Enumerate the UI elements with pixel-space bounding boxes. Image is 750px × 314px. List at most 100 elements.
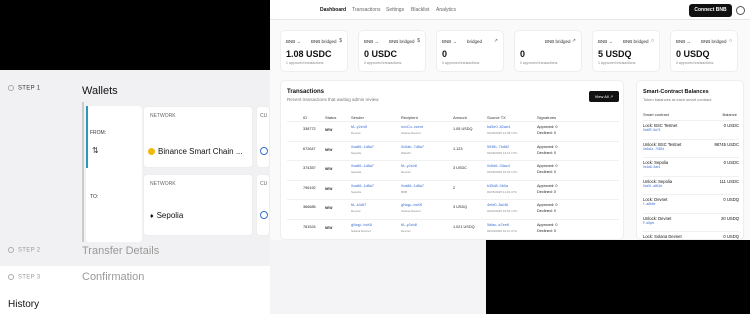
stat-label-2: BNB bridged (623, 39, 649, 44)
approved-count: Approved: 0 (537, 144, 558, 149)
sc-balance: 111 USDC (719, 178, 739, 184)
sc-row: Lock: Sepolia 0x4a8..5ae1 0 USDC (643, 160, 739, 169)
profile-icon[interactable] (736, 6, 745, 15)
source-tx-link[interactable]: b35d8..0b0a (487, 184, 508, 188)
sc-address[interactable]: 0xa0f...a8b2e (643, 184, 739, 188)
table-header: ID (303, 115, 307, 120)
sender-link[interactable]: fA..y2zh8 (351, 125, 367, 129)
row-divider (287, 179, 619, 181)
nav-settings[interactable]: Settings (386, 7, 404, 13)
sc-balance: 0 USDQ (723, 234, 739, 239)
row-divider (287, 140, 619, 142)
sc-balance: 20 USDQ (721, 215, 739, 221)
recipient-link[interactable]: ncxCu..ccent (401, 125, 423, 129)
stat-subtext: 0 approved transactions (442, 61, 480, 65)
sc-address[interactable]: f...a8b6e (643, 202, 739, 206)
sender-link[interactable]: 0xa86..1d8a7 (351, 184, 374, 188)
recipient-network: Solana Devnet (401, 209, 421, 213)
sender-link[interactable]: 0xa86..1d8a7 (351, 164, 374, 168)
sender-link[interactable]: gNrqp..bcK6 (351, 223, 372, 227)
sc-address[interactable]: 0x4a8..5ae1 (643, 165, 739, 169)
nav-blacklist[interactable]: Blacklist (411, 7, 429, 13)
recipient-link[interactable]: 0x0ab..7d8a7 (401, 145, 424, 149)
smart-contract-subtitle: Token balances at each smart contract (643, 97, 712, 102)
usdc-icon[interactable] (260, 211, 268, 219)
sc-address[interactable]: 0x6a1e..7082d (643, 147, 739, 151)
stat-card: BNB → BNB bridged ○ 0 USDQ 0 approved transa… (670, 30, 738, 72)
sc-divider (643, 138, 739, 140)
sender-network: Sepolia (351, 170, 362, 174)
history-heading: History (8, 299, 40, 310)
usdc-icon[interactable] (260, 147, 268, 155)
smart-contract-title: Smart-Contract Balances (643, 89, 709, 95)
source-tx-link[interactable]: 0x6d6..33ac4 (487, 164, 510, 168)
sender-network: Sepolia (351, 150, 362, 155)
stat-label: BNB → (364, 39, 380, 44)
tx-id: 672647 (303, 146, 316, 151)
stat-icon: $ (417, 38, 420, 44)
sc-divider (643, 175, 739, 177)
source-tx-link[interactable]: 5dfac..a7ee6 (487, 223, 509, 227)
steps-panel: STEP 1 Wallets FROM: ⇅ TO: NETWORK Binan… (0, 70, 270, 266)
source-tx-link[interactable]: bd5e0..82ae4 (487, 125, 510, 129)
stat-icon: $ (339, 38, 342, 44)
to-network-select[interactable]: ♦ Sepolia (150, 211, 183, 220)
swap-icon[interactable]: ⇅ (92, 146, 99, 155)
sc-divider (643, 157, 739, 158)
sc-balance: 0 USDC (723, 123, 739, 128)
connect-bnb-button[interactable]: Connect BNB (689, 4, 732, 17)
transactions-title: Transactions (287, 89, 325, 95)
view-all-button[interactable]: View All ↗ (589, 91, 619, 102)
sc-address[interactable]: F..d6pm (643, 221, 739, 225)
steps-continuation (270, 240, 486, 314)
stat-icon: ↗ (571, 38, 576, 44)
to-network-card: NETWORK ♦ Sepolia (143, 174, 253, 236)
tx-id: 338772 (303, 127, 316, 131)
network-label: NETWORK (150, 181, 176, 187)
sc-divider (643, 212, 739, 214)
source-tx-date: 02/06/2025 14:38 UTC (487, 131, 518, 135)
stat-subtext: 1 approved transactions (286, 61, 324, 65)
stat-label: BNB → (286, 39, 302, 44)
stat-label-2: BNB bridged (389, 39, 415, 44)
step2-title[interactable]: Transfer Details (82, 245, 159, 257)
source-tx-link[interactable]: 593fb..7bd62 (487, 145, 509, 149)
nav-transactions[interactable]: Transactions (352, 7, 380, 13)
recipient-network: BNB (401, 189, 408, 194)
from-network-card: NETWORK Binance Smart Chain ... (143, 106, 253, 168)
sc-row: Lock: Devnet f...a8b6e 0 USDQ (643, 197, 739, 206)
source-tx-link[interactable]: 4ehf0..8a1f6 (487, 203, 508, 207)
step1-dot-icon (8, 85, 14, 91)
source-tx-date: 02/04/2025 10:11 UTC (487, 228, 518, 233)
recipient-link[interactable]: fA..y2zh8 (401, 164, 417, 168)
tx-amount: 1.05 USDQ (453, 127, 473, 131)
stat-value: 5 USDQ (598, 49, 632, 59)
stat-value: 0 (442, 49, 448, 59)
recipient-network: Devnet (401, 228, 411, 233)
step1-title: Wallets (82, 85, 118, 97)
recipient-link[interactable]: gNrqp..bcK6 (401, 203, 422, 207)
recipient-network: Wanchi (401, 150, 411, 155)
sender-link[interactable]: 0xa86..1d8a7 (351, 145, 374, 149)
recipient-link[interactable]: 0xa86..1d8a7 (401, 184, 424, 188)
nav-dashboard[interactable]: Dashboard (320, 7, 346, 13)
approved-count: Approved: 0 (537, 164, 558, 168)
step3-title[interactable]: Confirmation (82, 271, 144, 283)
sc-row: Unlock: BSC Testnet 0x6a1e..7082d 98745 US… (643, 142, 739, 151)
recipient-link[interactable]: fA..y2zh8 (401, 223, 417, 227)
nav-analytics[interactable]: Analytics (436, 7, 456, 13)
transactions-subtitle: Recent transactions that waiting admin r… (287, 97, 379, 102)
sc-row: Unlock: Sepolia 0xa0f...a8b2e 111 USDC (643, 179, 739, 188)
from-network-select[interactable]: Binance Smart Chain ... (148, 147, 242, 156)
declined-count: Declined: 0 (537, 150, 556, 155)
source-tx-date: 02/06/2025 13:14 UTC (487, 150, 518, 155)
sender-link[interactable]: fA..k4r87 (351, 203, 366, 207)
top-navigation: Dashboard Transactions Settings Blacklis… (270, 0, 750, 20)
source-tx-date: 02/05/2025 11:04 UTC (487, 189, 518, 194)
recipient-network: Solana Devnet (401, 131, 421, 135)
sc-row: Lock: Solana Devnet 0 USDQ (643, 234, 739, 239)
sc-address[interactable]: 0xd8F..6a74 (643, 128, 739, 132)
dashboard-window: Dashboard Transactions Settings Blacklis… (270, 0, 750, 240)
stat-icon: ○ (650, 38, 654, 44)
table-header: Status (325, 115, 337, 120)
